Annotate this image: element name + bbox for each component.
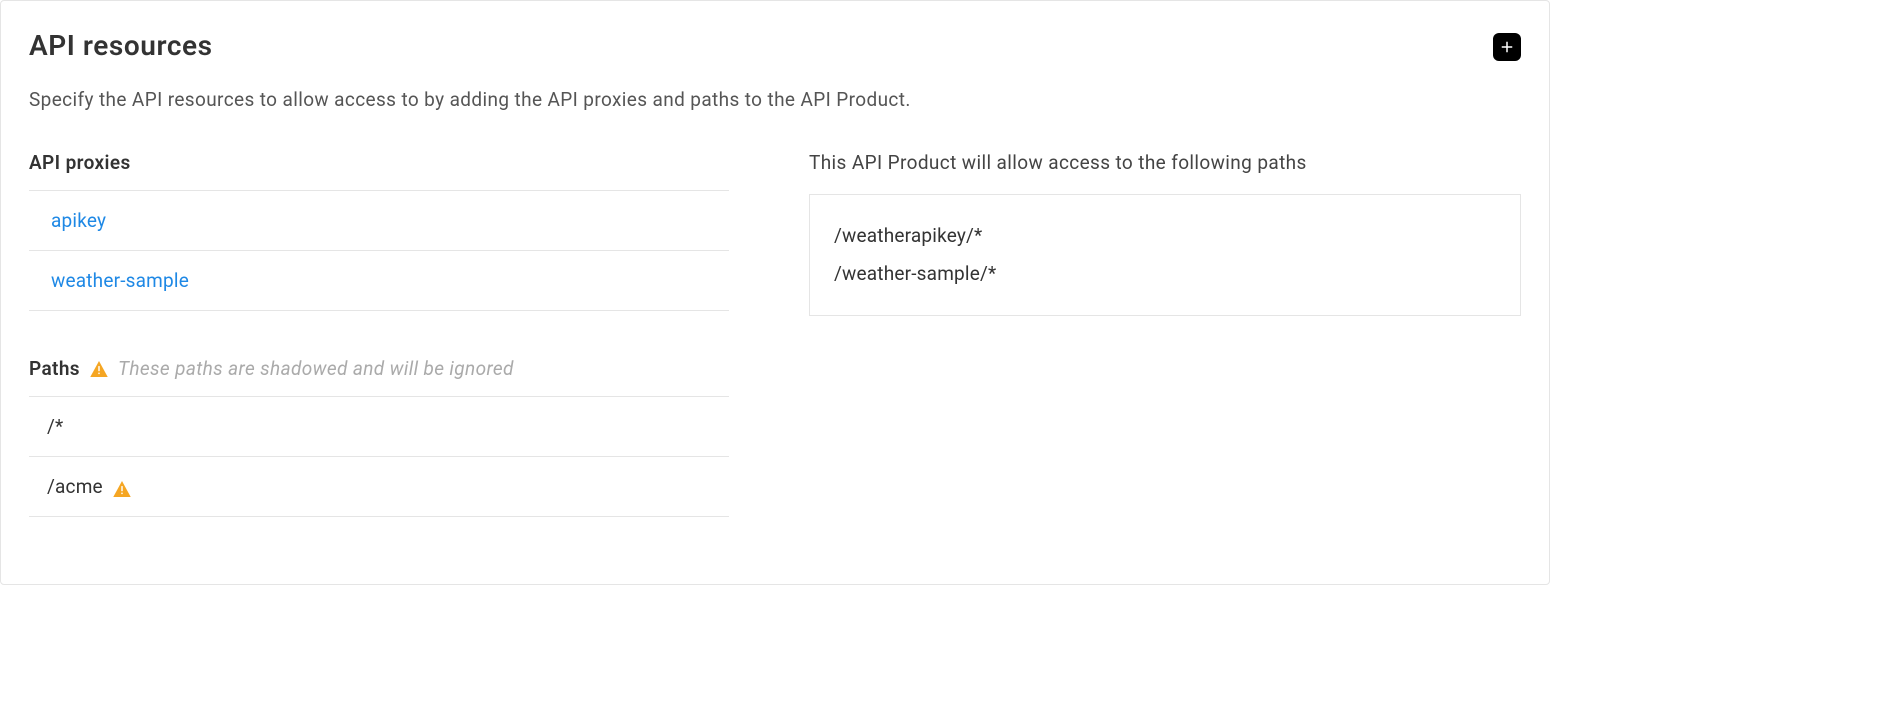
add-resource-button[interactable] bbox=[1493, 33, 1521, 61]
api-proxies-list: apikeyweather-sample bbox=[29, 190, 729, 311]
api-proxies-heading: API proxies bbox=[29, 151, 729, 190]
allowed-paths-box: /weatherapikey/*/weather-sample/* bbox=[809, 194, 1521, 316]
allowed-paths-heading: This API Product will allow access to th… bbox=[809, 151, 1521, 174]
api-resources-panel: API resources Specify the API resources … bbox=[0, 0, 1550, 585]
api-proxies-section: API proxies apikeyweather-sample bbox=[29, 151, 729, 311]
section-description: Specify the API resources to allow acces… bbox=[29, 88, 1521, 111]
path-item: /acme bbox=[29, 457, 729, 517]
plus-icon bbox=[1498, 38, 1516, 56]
paths-warning-note: These paths are shadowed and will be ign… bbox=[118, 357, 514, 380]
paths-heading: Paths bbox=[29, 357, 80, 380]
allowed-path: /weather-sample/* bbox=[834, 255, 1496, 293]
path-text: /* bbox=[47, 415, 63, 438]
paths-section: Paths These paths are shadowed and will … bbox=[29, 357, 729, 517]
proxy-link[interactable]: apikey bbox=[29, 191, 729, 251]
allowed-path: /weatherapikey/* bbox=[834, 217, 1496, 255]
path-item: /* bbox=[29, 397, 729, 457]
path-text: /acme bbox=[47, 475, 103, 498]
warning-icon bbox=[90, 361, 108, 377]
paths-list: /* /acme bbox=[29, 396, 729, 517]
proxy-link[interactable]: weather-sample bbox=[29, 251, 729, 311]
section-title: API resources bbox=[29, 29, 213, 62]
warning-icon bbox=[113, 479, 131, 495]
